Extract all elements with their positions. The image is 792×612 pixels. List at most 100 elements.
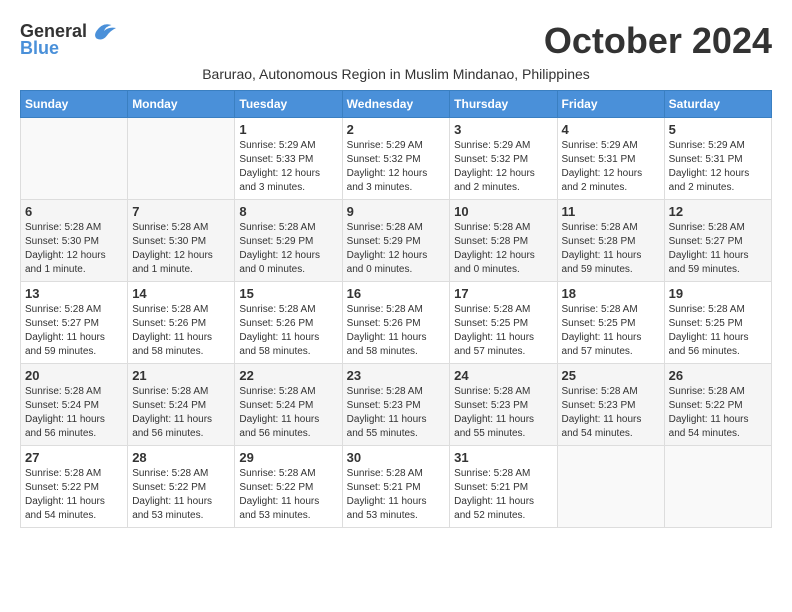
day-number: 25 — [562, 368, 660, 383]
table-row: 9Sunrise: 5:28 AM Sunset: 5:29 PM Daylig… — [342, 200, 450, 282]
table-row: 31 Sunrise: 5:28 AM Sunset: 5:21 PM Dayli… — [450, 446, 557, 528]
day-info: Sunrise: 5:28 AM Sunset: 5:26 PM Dayligh… — [347, 303, 446, 359]
page-subtitle: Barurao, Autonomous Region in Muslim Min… — [20, 66, 772, 82]
day-info: Sunrise: 5:28 AM Sunset: 5:22 PM Dayligh… — [132, 467, 230, 523]
day-info: Sunrise: 5:28 AM Sunset: 5:26 PM Dayligh… — [132, 303, 230, 359]
calendar-table: Sunday Monday Tuesday Wednesday Thursday… — [20, 90, 772, 528]
day-info: Sunrise: 5:28 AM Sunset: 5:24 PM Dayligh… — [132, 385, 230, 441]
table-row: 28 Sunrise: 5:28 AM Sunset: 5:22 PM Dayli… — [128, 446, 235, 528]
day-info: Sunrise: 5:28 AM Sunset: 5:25 PM Dayligh… — [454, 303, 552, 359]
day-info: Sunrise: 5:28 AM Sunset: 5:23 PM Dayligh… — [562, 385, 660, 441]
table-row: 23 Sunrise: 5:28 AM Sunset: 5:23 PM Dayli… — [342, 364, 450, 446]
day-info: Sunrise: 5:28 AM Sunset: 5:29 PM Dayligh… — [239, 221, 337, 277]
day-info: Sunrise: 5:28 AM Sunset: 5:28 PM Dayligh… — [454, 221, 552, 277]
day-number: 1 — [239, 122, 337, 137]
day-number: 26 — [669, 368, 767, 383]
logo: General Blue — [20, 20, 119, 59]
day-info: Sunrise: 5:28 AM Sunset: 5:23 PM Dayligh… — [347, 385, 446, 441]
day-number: 7 — [132, 204, 230, 219]
day-info: Sunrise: 5:28 AM Sunset: 5:23 PM Dayligh… — [454, 385, 552, 441]
table-row: 30 Sunrise: 5:28 AM Sunset: 5:21 PM Dayli… — [342, 446, 450, 528]
day-number: 23 — [347, 368, 446, 383]
day-number: 5 — [669, 122, 767, 137]
header-monday: Monday — [128, 91, 235, 118]
table-row: 7 Sunrise: 5:28 AM Sunset: 5:30 PM Daylig… — [128, 200, 235, 282]
day-info: Sunrise: 5:28 AM Sunset: 5:24 PM Dayligh… — [25, 385, 123, 441]
table-row: 26Sunrise: 5:28 AM Sunset: 5:22 PM Dayli… — [664, 364, 771, 446]
day-number: 22 — [239, 368, 337, 383]
day-number: 11 — [562, 204, 660, 219]
calendar-header-row: Sunday Monday Tuesday Wednesday Thursday… — [21, 91, 772, 118]
page-header: General Blue October 2024 — [20, 20, 772, 62]
header-tuesday: Tuesday — [235, 91, 342, 118]
day-number: 6 — [25, 204, 123, 219]
day-number: 19 — [669, 286, 767, 301]
day-number: 30 — [347, 450, 446, 465]
table-row: 19 Sunrise: 5:28 AM Sunset: 5:25 PM Dayli… — [664, 282, 771, 364]
table-row: 14 Sunrise: 5:28 AM Sunset: 5:26 PM Dayli… — [128, 282, 235, 364]
day-number: 18 — [562, 286, 660, 301]
table-row: 4Sunrise: 5:29 AM Sunset: 5:31 PM Daylig… — [557, 118, 664, 200]
day-number: 14 — [132, 286, 230, 301]
table-row: 13 Sunrise: 5:28 AM Sunset: 5:27 PM Dayli… — [21, 282, 128, 364]
header-saturday: Saturday — [664, 91, 771, 118]
day-number: 27 — [25, 450, 123, 465]
day-info: Sunrise: 5:28 AM Sunset: 5:30 PM Dayligh… — [25, 221, 123, 277]
day-number: 13 — [25, 286, 123, 301]
day-number: 3 — [454, 122, 552, 137]
header-sunday: Sunday — [21, 91, 128, 118]
day-number: 12 — [669, 204, 767, 219]
table-row: 22 Sunrise: 5:28 AM Sunset: 5:24 PM Dayli… — [235, 364, 342, 446]
calendar-week-row: 6 Sunrise: 5:28 AM Sunset: 5:30 PM Daylig… — [21, 200, 772, 282]
day-number: 2 — [347, 122, 446, 137]
table-row — [21, 118, 128, 200]
day-info: Sunrise: 5:29 AM Sunset: 5:32 PM Dayligh… — [454, 139, 552, 195]
table-row: 10Sunrise: 5:28 AM Sunset: 5:28 PM Dayli… — [450, 200, 557, 282]
header-friday: Friday — [557, 91, 664, 118]
table-row — [664, 446, 771, 528]
day-info: Sunrise: 5:28 AM Sunset: 5:27 PM Dayligh… — [25, 303, 123, 359]
table-row: 20 Sunrise: 5:28 AM Sunset: 5:24 PM Dayli… — [21, 364, 128, 446]
table-row: 27 Sunrise: 5:28 AM Sunset: 5:22 PM Dayli… — [21, 446, 128, 528]
table-row: 17 Sunrise: 5:28 AM Sunset: 5:25 PM Dayli… — [450, 282, 557, 364]
day-info: Sunrise: 5:28 AM Sunset: 5:25 PM Dayligh… — [669, 303, 767, 359]
day-info: Sunrise: 5:28 AM Sunset: 5:22 PM Dayligh… — [239, 467, 337, 523]
month-title: October 2024 — [544, 20, 772, 62]
table-row: 6 Sunrise: 5:28 AM Sunset: 5:30 PM Daylig… — [21, 200, 128, 282]
day-number: 29 — [239, 450, 337, 465]
table-row: 16Sunrise: 5:28 AM Sunset: 5:26 PM Dayli… — [342, 282, 450, 364]
table-row — [557, 446, 664, 528]
header-wednesday: Wednesday — [342, 91, 450, 118]
calendar-week-row: 13 Sunrise: 5:28 AM Sunset: 5:27 PM Dayli… — [21, 282, 772, 364]
table-row: 11 Sunrise: 5:28 AM Sunset: 5:28 PM Dayli… — [557, 200, 664, 282]
day-info: Sunrise: 5:29 AM Sunset: 5:32 PM Dayligh… — [347, 139, 446, 195]
day-info: Sunrise: 5:29 AM Sunset: 5:31 PM Dayligh… — [562, 139, 660, 195]
calendar-week-row: 1Sunrise: 5:29 AM Sunset: 5:33 PM Daylig… — [21, 118, 772, 200]
day-info: Sunrise: 5:28 AM Sunset: 5:21 PM Dayligh… — [454, 467, 552, 523]
table-row: 1Sunrise: 5:29 AM Sunset: 5:33 PM Daylig… — [235, 118, 342, 200]
day-info: Sunrise: 5:28 AM Sunset: 5:22 PM Dayligh… — [25, 467, 123, 523]
day-number: 28 — [132, 450, 230, 465]
day-number: 17 — [454, 286, 552, 301]
logo-blue-text: Blue — [20, 38, 59, 59]
day-number: 31 — [454, 450, 552, 465]
header-thursday: Thursday — [450, 91, 557, 118]
day-info: Sunrise: 5:28 AM Sunset: 5:21 PM Dayligh… — [347, 467, 446, 523]
day-info: Sunrise: 5:28 AM Sunset: 5:24 PM Dayligh… — [239, 385, 337, 441]
day-number: 24 — [454, 368, 552, 383]
day-info: Sunrise: 5:28 AM Sunset: 5:30 PM Dayligh… — [132, 221, 230, 277]
table-row: 25 Sunrise: 5:28 AM Sunset: 5:23 PM Dayli… — [557, 364, 664, 446]
table-row: 12 Sunrise: 5:28 AM Sunset: 5:27 PM Dayli… — [664, 200, 771, 282]
table-row: 15Sunrise: 5:28 AM Sunset: 5:26 PM Dayli… — [235, 282, 342, 364]
table-row: 5 Sunrise: 5:29 AM Sunset: 5:31 PM Daylig… — [664, 118, 771, 200]
calendar-week-row: 20 Sunrise: 5:28 AM Sunset: 5:24 PM Dayli… — [21, 364, 772, 446]
day-info: Sunrise: 5:28 AM Sunset: 5:27 PM Dayligh… — [669, 221, 767, 277]
day-number: 8 — [239, 204, 337, 219]
day-number: 20 — [25, 368, 123, 383]
day-info: Sunrise: 5:29 AM Sunset: 5:31 PM Dayligh… — [669, 139, 767, 195]
table-row: 18Sunrise: 5:28 AM Sunset: 5:25 PM Dayli… — [557, 282, 664, 364]
day-info: Sunrise: 5:28 AM Sunset: 5:28 PM Dayligh… — [562, 221, 660, 277]
table-row: 29 Sunrise: 5:28 AM Sunset: 5:22 PM Dayli… — [235, 446, 342, 528]
table-row — [128, 118, 235, 200]
day-info: Sunrise: 5:28 AM Sunset: 5:29 PM Dayligh… — [347, 221, 446, 277]
